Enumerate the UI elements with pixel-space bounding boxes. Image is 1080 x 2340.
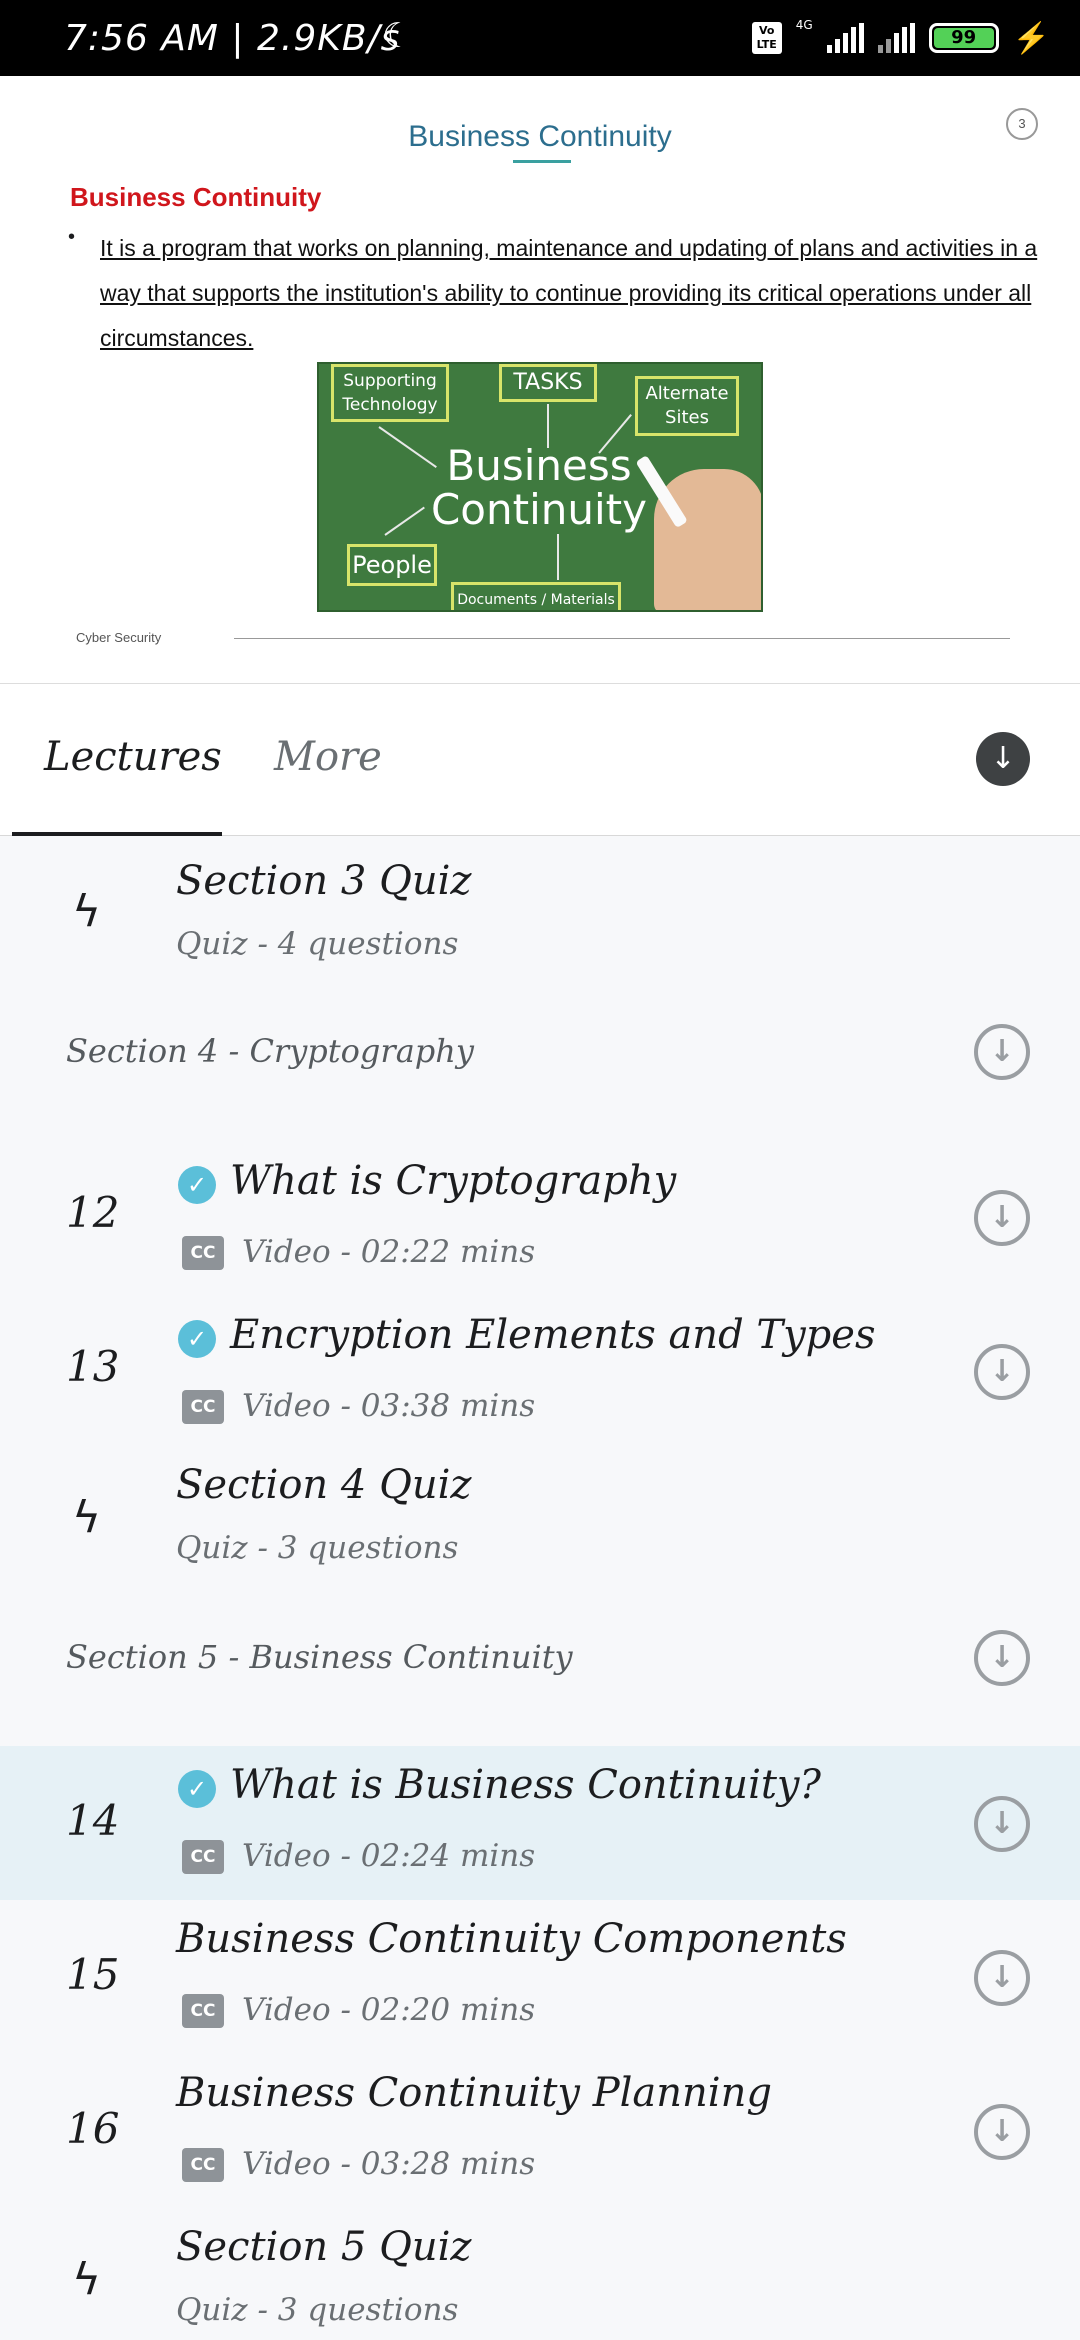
closed-captions-icon: CC	[182, 2148, 224, 2182]
quiz-icon: ϟ	[72, 1492, 102, 1543]
status-time: 7:56 AM | 2.9KB/s	[64, 18, 401, 59]
slide-footer: Cyber Security	[76, 630, 162, 645]
lecture-title: Encryption Elements and Types	[230, 1312, 876, 1358]
quiz-title: Section 5 Quiz	[176, 2224, 472, 2270]
quiz-icon: ϟ	[72, 886, 102, 937]
quiz-meta: Quiz - 3 questions	[176, 2292, 459, 2328]
list-item-lecture-current[interactable]: 14 ✓ What is Business Continuity? CC Vid…	[0, 1746, 1080, 1900]
quiz-meta: Quiz - 4 questions	[176, 926, 459, 962]
lecture-meta: Video - 02:24 mins	[242, 1838, 536, 1874]
battery-level: 99	[933, 28, 994, 48]
completed-check-icon: ✓	[178, 1166, 216, 1204]
download-section-icon[interactable]: ↓	[974, 1630, 1030, 1686]
slide-title: Business Continuity	[408, 120, 672, 153]
slide-bullet-text: It is a program that works on planning, …	[100, 235, 1038, 351]
section-header: Section 5 - Business Continuity ↓	[0, 1592, 1080, 1722]
download-icon[interactable]: ↓	[974, 2104, 1030, 2160]
bullet-icon: •	[68, 226, 76, 248]
slide-heading: Business Continuity	[70, 182, 322, 212]
chalk-label-alternate-sites: Alternate Sites	[635, 376, 739, 436]
list-item-lecture[interactable]: 12 ✓ What is Cryptography CC Video - 02:…	[0, 1136, 1080, 1290]
chalk-center-line1: Business	[446, 441, 632, 490]
quiz-icon: ϟ	[72, 2254, 102, 2305]
completed-check-icon: ✓	[178, 1320, 216, 1358]
lecture-number: 13	[66, 1342, 120, 1391]
lecture-number: 14	[66, 1796, 120, 1845]
lecture-meta: Video - 02:22 mins	[242, 1234, 536, 1270]
lecture-title: What is Business Continuity?	[230, 1762, 821, 1808]
slide-page-number: 3	[1006, 108, 1038, 140]
chalk-center-line2: Continuity	[430, 485, 647, 534]
quiz-title: Section 4 Quiz	[176, 1462, 472, 1508]
completed-check-icon: ✓	[178, 1770, 216, 1808]
chalkboard-illustration: Supporting Technology TASKS Alternate Si…	[317, 362, 763, 612]
chalk-line	[378, 426, 437, 468]
chalk-line	[557, 534, 559, 580]
lecture-title: What is Cryptography	[230, 1158, 677, 1204]
lecture-title: Business Continuity Components	[176, 1916, 847, 1962]
lecture-meta: Video - 02:20 mins	[242, 1992, 536, 2028]
download-icon[interactable]: ↓	[974, 1190, 1030, 1246]
chalk-label-supporting-technology: Supporting Technology	[331, 364, 449, 422]
volte-icon: Vo LTE	[751, 22, 782, 54]
moon-icon: ☾	[382, 16, 413, 56]
lecture-number: 15	[66, 1950, 120, 1999]
section-header: Section 4 - Cryptography ↓	[0, 986, 1080, 1116]
closed-captions-icon: CC	[182, 1236, 224, 1270]
lecture-number: 16	[66, 2104, 120, 2153]
tab-lectures[interactable]: Lectures	[44, 734, 222, 780]
lecture-meta: Video - 03:28 mins	[242, 2146, 536, 2182]
tab-bar: Lectures More ↓	[0, 684, 1080, 836]
download-icon[interactable]: ↓	[974, 1344, 1030, 1400]
list-item-quiz[interactable]: ϟ Section 5 Quiz Quiz - 3 questions	[0, 2208, 1080, 2340]
list-item-quiz[interactable]: ϟ Section 4 Quiz Quiz - 3 questions	[0, 1444, 1080, 1594]
quiz-title: Section 3 Quiz	[176, 858, 472, 904]
download-icon[interactable]: ↓	[974, 1950, 1030, 2006]
slide-title-underline	[513, 160, 571, 163]
lecture-video-player[interactable]: Business Continuity 3 Business Continuit…	[0, 76, 1080, 684]
download-icon[interactable]: ↓	[974, 1796, 1030, 1852]
list-item-lecture[interactable]: 16 Business Continuity Planning CC Video…	[0, 2054, 1080, 2208]
tab-more[interactable]: More	[274, 734, 382, 780]
network-type: 4G	[795, 18, 813, 32]
hand-illustration	[654, 469, 761, 610]
download-all-icon[interactable]: ↓	[976, 732, 1030, 786]
quiz-meta: Quiz - 3 questions	[176, 1530, 459, 1566]
closed-captions-icon: CC	[182, 1840, 224, 1874]
list-item-lecture[interactable]: 15 Business Continuity Components CC Vid…	[0, 1900, 1080, 2054]
lecture-meta: Video - 03:38 mins	[242, 1388, 536, 1424]
list-item-lecture[interactable]: 13 ✓ Encryption Elements and Types CC Vi…	[0, 1290, 1080, 1444]
chalk-label-people: People	[347, 544, 437, 586]
signal-icon-2	[877, 23, 915, 53]
closed-captions-icon: CC	[182, 1390, 224, 1424]
section-title: Section 5 - Business Continuity	[66, 1638, 573, 1676]
status-bar: 7:56 AM | 2.9KB/s ☾ Vo LTE 4G 99 ⚡	[0, 0, 1080, 76]
section-title: Section 4 - Cryptography	[66, 1032, 474, 1070]
lecture-title: Business Continuity Planning	[176, 2070, 772, 2116]
download-section-icon[interactable]: ↓	[974, 1024, 1030, 1080]
charging-icon: ⚡	[1012, 20, 1050, 56]
list-item-quiz[interactable]: ϟ Section 3 Quiz Quiz - 4 questions	[0, 836, 1080, 986]
battery-icon: 99	[928, 23, 999, 53]
lecture-number: 12	[66, 1188, 120, 1237]
slide-footer-divider	[234, 638, 1010, 639]
signal-icon	[826, 23, 864, 53]
chalk-label-tasks: TASKS	[499, 364, 597, 402]
chalk-line	[547, 404, 549, 448]
closed-captions-icon: CC	[182, 1994, 224, 2028]
chalk-label-documents: Documents / Materials	[451, 582, 621, 610]
